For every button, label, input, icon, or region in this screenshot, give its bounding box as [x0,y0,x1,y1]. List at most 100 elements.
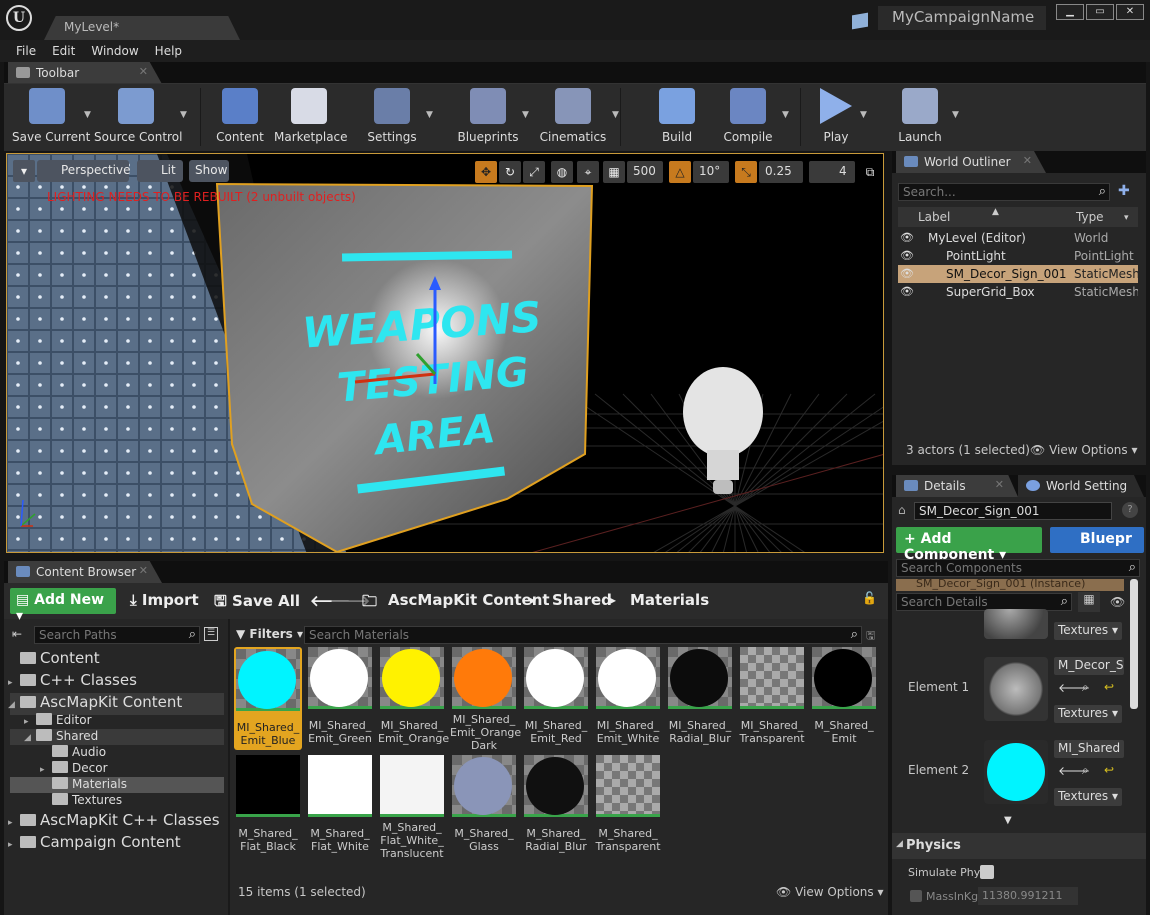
folder-tree-item[interactable]: ◢ Shared [10,729,224,745]
close-content-browser-tab-icon[interactable]: ✕ [139,564,148,577]
rotate-mode-icon[interactable]: ↻ [499,161,521,183]
actor-name-field[interactable]: SM_Decor_Sign_001 [914,502,1112,520]
save-search-icon[interactable]: 🖫 [866,627,875,646]
search-materials-input[interactable]: Search Materials ⌕ [304,626,862,644]
show-button[interactable]: Show [189,160,229,182]
settings-button[interactable]: Settings [360,88,424,148]
label-column-header[interactable]: Label [918,210,950,224]
search-details-input[interactable]: Search Details ⌕ [896,593,1072,611]
close-details-tab-icon[interactable]: ✕ [995,478,1004,491]
lock-icon[interactable]: 🔓 [862,591,877,605]
asset-tile[interactable]: M_Shared_ Glass [450,755,518,853]
visibility-eye-icon[interactable]: 👁 [900,285,914,298]
save-all-button[interactable]: 🖫 Save All [214,591,300,616]
element0-material-thumbnail[interactable] [984,609,1048,639]
property-matrix-icon[interactable]: ▦ [1078,592,1100,612]
asset-tile[interactable]: MI_Shared_ Emit_Red [522,647,590,745]
chevron-down-icon[interactable]: ▼ [860,110,867,120]
chevron-down-icon[interactable]: ▼ [84,110,91,120]
asset-tile[interactable]: MI_Shared_ Emit_Orange [378,647,449,745]
perspective-button[interactable]: Perspective [37,160,131,182]
type-column-header[interactable]: Type [1076,210,1104,224]
element2-material-dropdown[interactable]: MI_Shared [1054,740,1124,758]
expander-arrow-icon[interactable]: ◢ [24,733,36,743]
asset-tile[interactable]: MI_Shared_ Radial_Blur [666,647,734,745]
outliner-row[interactable]: 👁 PointLight PointLight [898,247,1138,265]
tab-content-browser[interactable]: Content Browser ✕ [8,561,162,583]
outliner-row[interactable]: 👁 SM_Decor_Sign_001 StaticMeshActor [898,265,1138,283]
blueprints-button[interactable]: Blueprints [456,88,520,148]
element2-textures-button[interactable]: Textures ▾ [1054,788,1123,806]
scale-mode-icon[interactable]: ⤢ [523,161,545,183]
folder-tree-item[interactable]: ▸ Campaign Content [8,833,224,855]
element1-material-dropdown[interactable]: M_Decor_S [1054,657,1124,675]
grid-snap-icon[interactable]: ▦ [603,161,625,183]
add-filter-icon[interactable]: ✚ [1118,183,1130,199]
cb-view-options[interactable]: 👁 View Options ▾ [776,885,884,899]
asset-tile[interactable]: M_Shared_ Flat_Black [234,755,302,853]
expander-arrow-icon[interactable]: ▸ [8,818,20,828]
element1-material-thumbnail[interactable] [984,657,1048,721]
breadcrumb-shared[interactable]: Shared [552,591,612,609]
folder-tree-item[interactable]: ◢ AscMapKit Content [8,693,224,715]
tab-world-settings[interactable]: World Setting [1018,475,1144,497]
element1-textures-button[interactable]: Textures ▾ [1054,705,1123,723]
add-component-button[interactable]: + Add Component ▾ [896,527,1042,563]
asset-tile[interactable]: MI_Shared_ Transparent [738,647,806,745]
minimize-button[interactable]: ▁ [1056,4,1084,20]
blueprint-button[interactable]: Bluepr [1050,527,1144,553]
menu-edit[interactable]: Edit [44,40,83,62]
column-dropdown-icon[interactable]: ▾ [1124,213,1129,223]
expander-arrow-icon[interactable]: ▸ [24,717,36,727]
chevron-down-icon[interactable]: ▼ [180,110,187,120]
expander-arrow-icon[interactable]: ◢ [8,700,20,710]
scale-snap-icon[interactable]: ⤡ [735,161,757,183]
close-tab-icon[interactable]: ✕ [139,65,148,78]
rotation-snap-icon[interactable]: △ [669,161,691,183]
visibility-eye-icon[interactable]: 👁 [1110,595,1125,609]
browse-search-icon[interactable]: ⌕ [1082,763,1089,778]
grid-snap-value[interactable]: 500 [627,161,663,183]
maximize-button[interactable]: ▭ [1086,4,1114,20]
filters-button[interactable]: ▼ Filters ▾ [236,627,303,641]
breadcrumb-ascmapkit[interactable]: AscMapKit Content [388,591,550,609]
visibility-eye-icon[interactable]: 👁 [900,267,914,280]
translate-mode-icon[interactable]: ✥ [475,161,497,183]
element2-material-thumbnail[interactable] [984,740,1048,804]
import-button[interactable]: ⤓ Import [130,591,199,609]
splitter[interactable] [228,619,230,915]
tab-world-outliner[interactable]: World Outliner ✕ [896,151,1046,173]
reset-to-default-icon[interactable]: ↩ [1104,680,1114,694]
cinematics-button[interactable]: Cinematics [536,88,610,148]
chevron-down-icon[interactable]: ▼ [612,110,619,120]
asset-tile[interactable]: M_Shared_ Radial_Blur [522,755,590,853]
lit-button[interactable]: Lit [137,160,183,182]
chevron-down-icon[interactable]: ▼ [522,110,529,120]
source-control-button[interactable]: Source Control [94,88,182,148]
details-scrollbar[interactable] [1130,579,1138,709]
surface-snap-icon[interactable]: ⌖ [577,161,599,183]
physics-section-header[interactable]: ◢ Physics [892,833,1146,859]
launch-button[interactable]: Launch [890,88,950,148]
folder-tree-item[interactable]: ▸ Editor [10,713,224,729]
mass-override-checkbox[interactable] [910,890,922,902]
asset-tile[interactable]: M_Shared_ Emit [810,647,878,745]
folder-tree-item[interactable]: ▸ Decor [10,761,224,777]
asset-tile[interactable]: MI_Shared_ Emit_Green [306,647,374,745]
simulate-physics-checkbox[interactable] [980,865,994,879]
viewport-options-dropdown[interactable]: ▾ [13,160,35,182]
asset-tile[interactable]: MI_Shared_ Emit_Blue [234,647,302,750]
breadcrumb-materials[interactable]: Materials [630,591,709,609]
expander-arrow-icon[interactable]: ▸ [40,765,52,775]
camera-speed-button[interactable]: 4 [809,161,855,183]
search-components-input[interactable]: Search Components ⌕ [896,559,1140,577]
chevron-down-icon[interactable]: ▼ [952,110,959,120]
search-paths-input[interactable]: Search Paths ⌕ [34,626,200,644]
asset-tile[interactable]: MI_Shared_ Emit_Orange Dark [450,647,521,752]
tab-details[interactable]: Details ✕ [896,475,1018,497]
asset-tile[interactable]: M_Shared_ Flat_White_ Translucent [378,755,446,860]
scale-snap-value[interactable]: 0.25 [759,161,803,183]
close-outliner-tab-icon[interactable]: ✕ [1023,154,1032,167]
sources-panel-toggle-icon[interactable]: ⇤ [12,627,22,641]
asset-tile[interactable]: MI_Shared_ Emit_White [594,647,662,745]
